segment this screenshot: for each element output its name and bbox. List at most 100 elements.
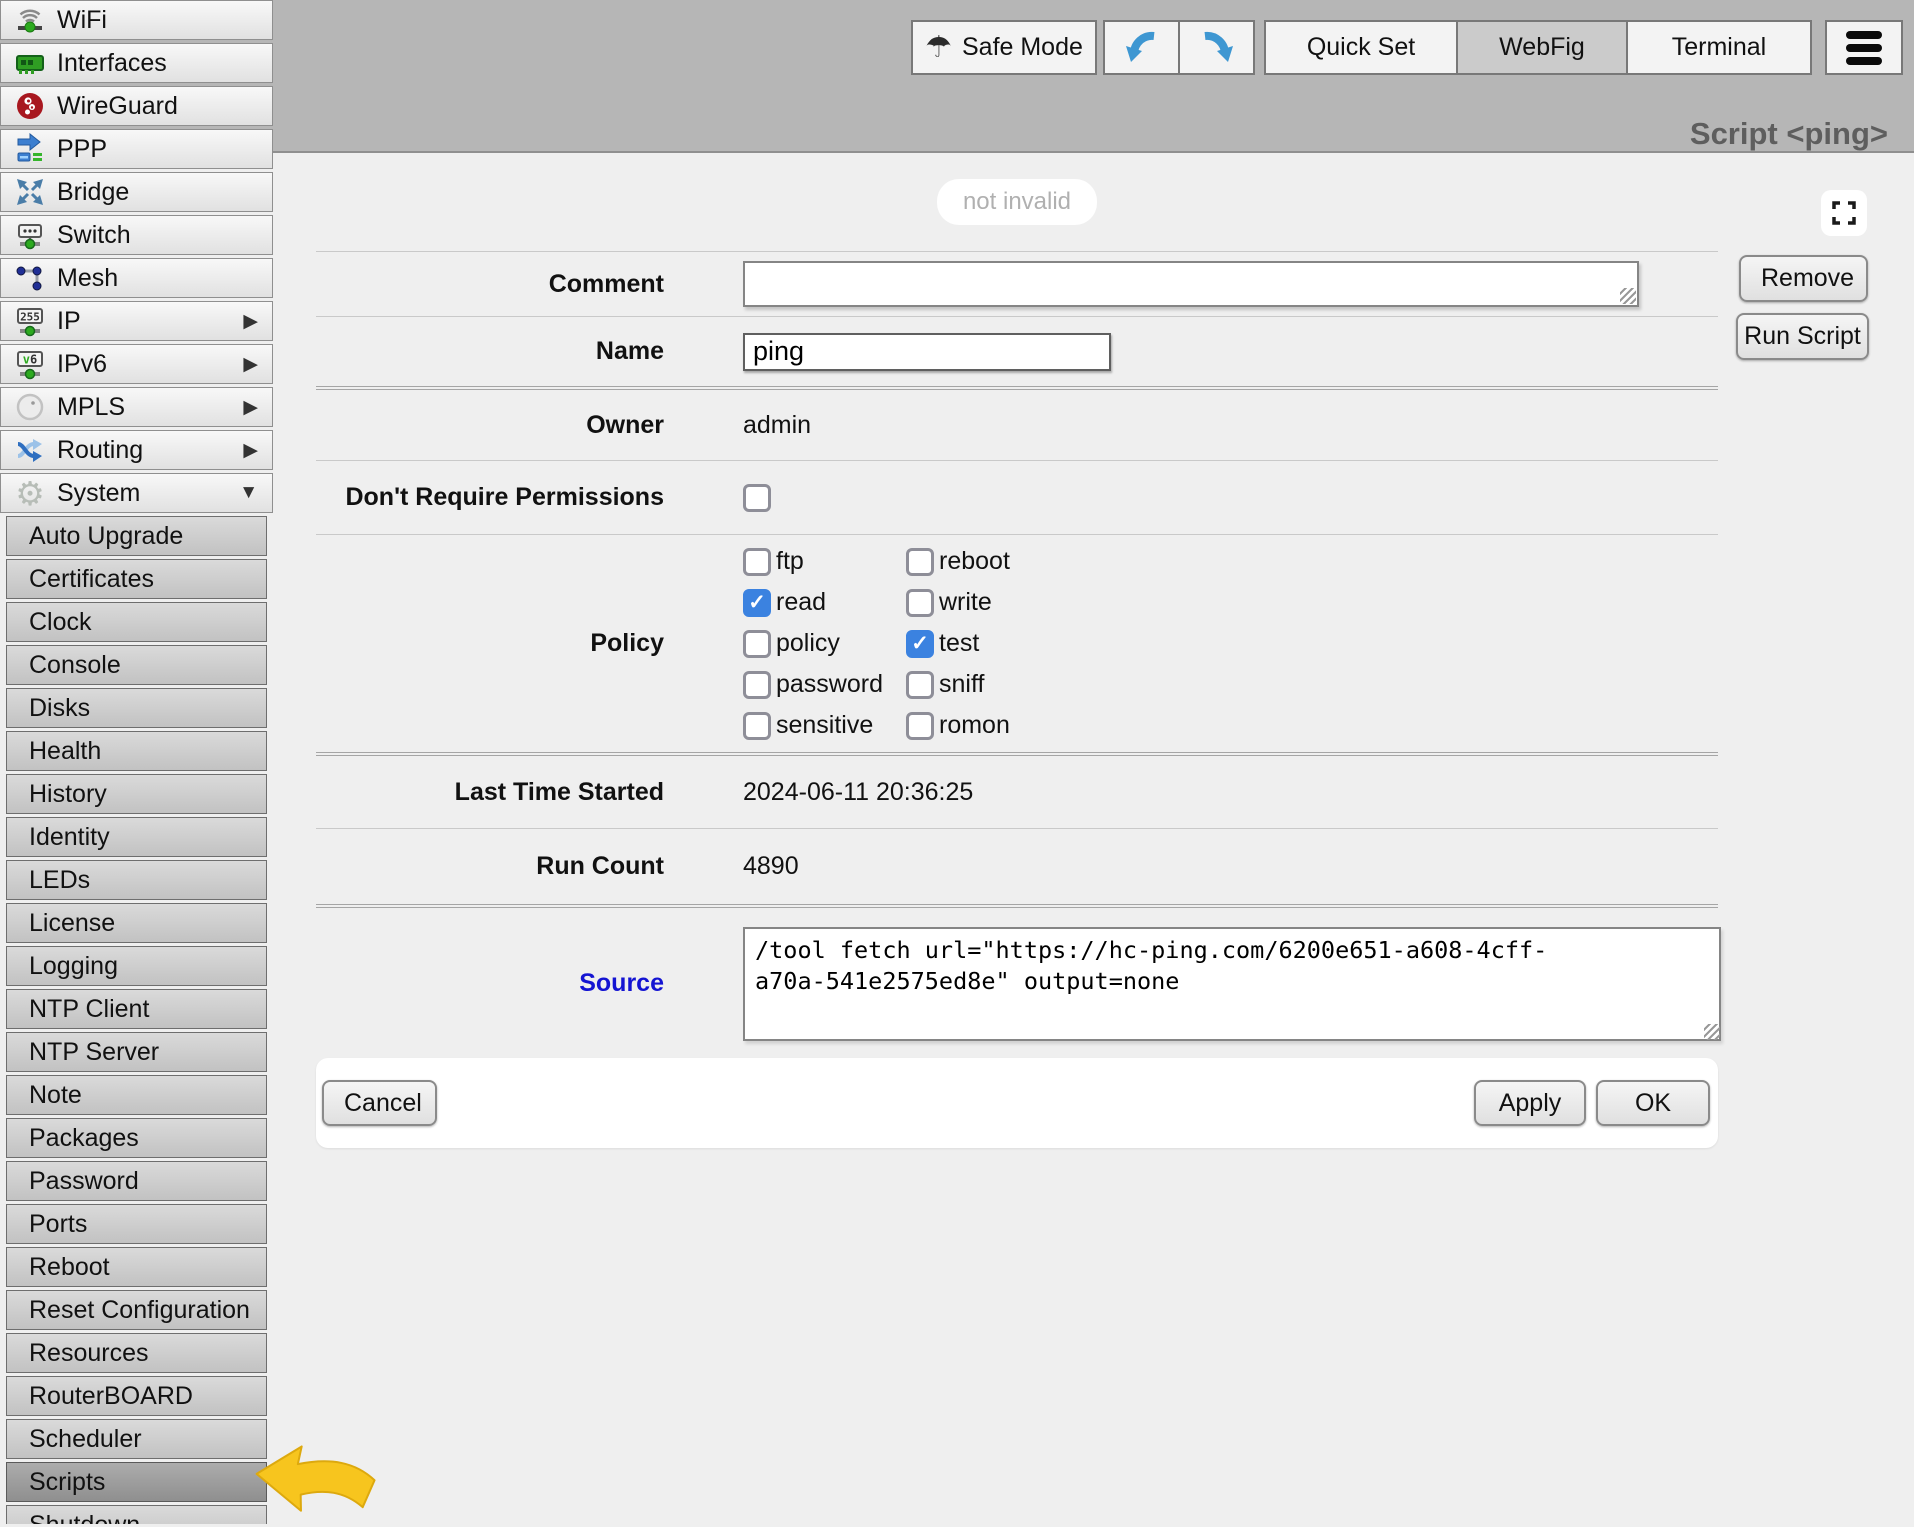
run-script-button[interactable]: Run Script (1736, 313, 1869, 360)
script-form: not invalid Comment Name Owner admin Don… (316, 153, 1718, 1148)
sidebar-item-auto-upgrade[interactable]: Auto Upgrade (6, 516, 267, 556)
sidebar-item-ports[interactable]: Ports (6, 1204, 267, 1244)
sensitive-checkbox[interactable] (743, 712, 771, 740)
policy-option-policy: policy (743, 630, 906, 658)
sidebar-item-leds[interactable]: LEDs (6, 860, 267, 900)
sidebar-item-shutdown[interactable]: Shutdown (6, 1505, 267, 1524)
chevron-right-icon: ▶ (243, 396, 258, 419)
sidebar-item-routerboard[interactable]: RouterBOARD (6, 1376, 267, 1416)
sidebar-item-logging[interactable]: Logging (6, 946, 267, 986)
safe-mode-label: Safe Mode (962, 33, 1083, 62)
sniff-checkbox[interactable] (906, 671, 934, 699)
test-checkbox[interactable] (906, 630, 934, 658)
sidebar-item-ppp[interactable]: PPP (0, 129, 273, 169)
permissions-row: Don't Require Permissions (316, 460, 1718, 534)
write-checkbox[interactable] (906, 589, 934, 617)
ipv6-icon: v6 (11, 347, 49, 381)
source-input[interactable]: /tool fetch url="https://hc-ping.com/620… (743, 927, 1721, 1041)
sidebar-item-ntp-server[interactable]: NTP Server (6, 1032, 267, 1072)
run-count-row: Run Count 4890 (316, 828, 1718, 904)
undo-button[interactable] (1103, 20, 1180, 75)
last-time-started-label: Last Time Started (316, 778, 664, 807)
tab-webfig[interactable]: WebFig (1456, 20, 1628, 75)
wireguard-icon (11, 89, 49, 123)
sidebar-item-license[interactable]: License (6, 903, 267, 943)
apply-button[interactable]: Apply (1474, 1080, 1586, 1126)
svg-text:v6: v6 (23, 353, 37, 367)
cancel-button[interactable]: Cancel (322, 1080, 437, 1126)
wifi-icon (11, 3, 49, 37)
undo-icon (1124, 28, 1160, 68)
sidebar-item-reboot[interactable]: Reboot (6, 1247, 267, 1287)
menu-button[interactable] (1825, 20, 1903, 75)
sidebar-item-password[interactable]: Password (6, 1161, 267, 1201)
sidebar-item-mesh[interactable]: Mesh (0, 258, 273, 298)
run-count-label: Run Count (316, 852, 664, 881)
routing-icon (11, 433, 49, 467)
dont-require-permissions-label: Don't Require Permissions (316, 483, 664, 512)
run-count-value: 4890 (743, 852, 799, 881)
remove-button[interactable]: Remove (1739, 255, 1868, 302)
page-title: Script <ping> (1690, 116, 1888, 152)
sidebar-item-bridge[interactable]: Bridge (0, 172, 273, 212)
ok-button[interactable]: OK (1596, 1080, 1710, 1126)
policy-checkbox[interactable] (743, 630, 771, 658)
resize-grip-icon[interactable] (1704, 1024, 1720, 1040)
sidebar-item-identity[interactable]: Identity (6, 817, 267, 857)
sidebar-item-ipv6[interactable]: v6 IPv6 ▶ (0, 344, 273, 384)
sidebar-item-packages[interactable]: Packages (6, 1118, 267, 1158)
ip-icon: 255 (11, 304, 49, 338)
policy-option-reboot: reboot (906, 548, 1010, 576)
safe-mode-button[interactable]: ☂ Safe Mode (911, 20, 1097, 75)
sidebar-item-routing[interactable]: Routing ▶ (0, 430, 273, 470)
sidebar-item-history[interactable]: History (6, 774, 267, 814)
sidebar-item-wifi[interactable]: WiFi (0, 0, 273, 40)
source-label: Source (316, 969, 664, 998)
policy-option-read: read (743, 589, 906, 617)
svg-text:255: 255 (20, 311, 40, 324)
sidebar-item-disks[interactable]: Disks (6, 688, 267, 728)
sidebar-item-note[interactable]: Note (6, 1075, 267, 1115)
dont-require-permissions-checkbox[interactable] (743, 484, 771, 512)
sidebar-item-health[interactable]: Health (6, 731, 267, 771)
tab-terminal[interactable]: Terminal (1626, 20, 1812, 75)
sidebar-item-mpls[interactable]: MPLS ▶ (0, 387, 273, 427)
sidebar-item-resources[interactable]: Resources (6, 1333, 267, 1373)
chevron-down-icon: ▼ (239, 482, 258, 504)
sidebar-item-system[interactable]: ⚙ System ▼ (0, 473, 273, 513)
sidebar-item-ntp-client[interactable]: NTP Client (6, 989, 267, 1029)
sidebar-item-scheduler[interactable]: Scheduler (6, 1419, 267, 1459)
status-row: not invalid (316, 153, 1718, 251)
read-checkbox[interactable] (743, 589, 771, 617)
sidebar-item-clock[interactable]: Clock (6, 602, 267, 642)
form-footer: Cancel Apply OK (316, 1058, 1718, 1148)
ftp-checkbox[interactable] (743, 548, 771, 576)
reboot-checkbox[interactable] (906, 548, 934, 576)
name-input[interactable] (743, 333, 1111, 371)
toolbar: ☂ Safe Mode Quick Set WebFig Terminal (911, 20, 1903, 75)
sidebar-item-wireguard[interactable]: WireGuard (0, 86, 273, 126)
sidebar-item-switch[interactable]: Switch (0, 215, 273, 255)
redo-button[interactable] (1178, 20, 1255, 75)
status-badge: not invalid (937, 179, 1097, 225)
owner-value: admin (743, 411, 811, 440)
policy-option-romon: romon (906, 712, 1010, 740)
tab-quick-set[interactable]: Quick Set (1264, 20, 1458, 75)
sidebar-item-certificates[interactable]: Certificates (6, 559, 267, 599)
fullscreen-button[interactable] (1821, 190, 1867, 236)
comment-input[interactable] (743, 261, 1639, 307)
sidebar-item-reset-configuration[interactable]: Reset Configuration (6, 1290, 267, 1330)
interfaces-icon (11, 46, 49, 80)
policy-label: Policy (316, 629, 664, 658)
sidebar-item-console[interactable]: Console (6, 645, 267, 685)
password-checkbox[interactable] (743, 671, 771, 699)
resize-grip-icon[interactable] (1620, 288, 1636, 304)
name-row: Name (316, 316, 1718, 386)
mpls-icon (11, 390, 49, 424)
romon-checkbox[interactable] (906, 712, 934, 740)
owner-row: Owner admin (316, 386, 1718, 460)
chevron-right-icon: ▶ (243, 439, 258, 462)
sidebar-item-ip[interactable]: 255 IP ▶ (0, 301, 273, 341)
sidebar-item-scripts[interactable]: Scripts (6, 1462, 267, 1502)
sidebar-item-interfaces[interactable]: Interfaces (0, 43, 273, 83)
